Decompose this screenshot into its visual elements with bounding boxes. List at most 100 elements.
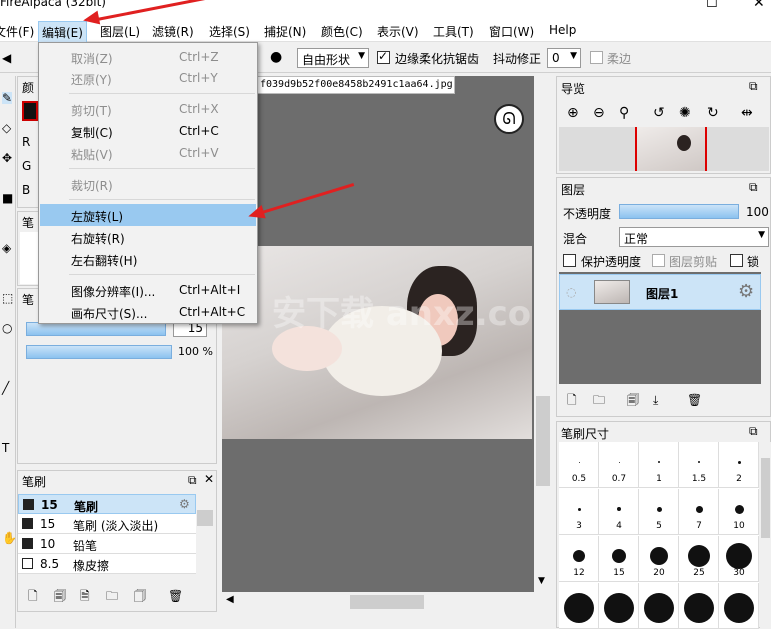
- scroll-thumb[interactable]: [197, 510, 213, 526]
- move-tool-icon[interactable]: ✥: [2, 152, 12, 164]
- maximize-icon[interactable]: ☐: [706, 0, 718, 11]
- brush-size-scrollbar[interactable]: [760, 442, 771, 629]
- rotate-right-icon[interactable]: ↻: [707, 106, 719, 120]
- restore-panel-icon[interactable]: ⧉: [749, 180, 758, 195]
- rotate-left-icon[interactable]: ↺: [653, 106, 665, 120]
- restore-panel-icon[interactable]: ⧉: [749, 424, 758, 439]
- brush-size-cell[interactable]: 20: [639, 536, 679, 582]
- shape-select[interactable]: 自由形状 ▼: [297, 48, 369, 68]
- brush-size-cell[interactable]: 10: [719, 489, 759, 535]
- gear-icon[interactable]: ⚙: [179, 497, 190, 511]
- brush-size-cell[interactable]: [679, 583, 719, 629]
- brush-size-cell[interactable]: 5: [639, 489, 679, 535]
- menu-item-crop[interactable]: 裁切(R): [40, 173, 256, 195]
- new-folder-icon[interactable]: 🗀: [593, 394, 605, 406]
- scroll-left-icon[interactable]: ◀: [226, 594, 234, 605]
- duplicate-brush-icon[interactable]: 🗐: [54, 590, 66, 602]
- lock-checkbox[interactable]: [730, 254, 743, 267]
- brush-item[interactable]: 10 铅笔: [18, 534, 196, 554]
- menu-snap[interactable]: 捕捉(N): [264, 23, 306, 40]
- menu-view[interactable]: 表示(V): [377, 23, 419, 40]
- brush-opacity-slider[interactable]: [26, 345, 172, 359]
- primary-color-swatch[interactable]: [22, 101, 38, 121]
- antialias-checkbox[interactable]: ✓: [377, 49, 390, 64]
- zoom-out-icon[interactable]: ⊖: [593, 106, 605, 120]
- brush-size-cell[interactable]: 7: [679, 489, 719, 535]
- protect-alpha-checkbox[interactable]: [563, 254, 576, 267]
- menu-item-flip-horizontal[interactable]: 左右翻转(H): [40, 248, 256, 270]
- close-panel-icon[interactable]: ✕: [204, 472, 214, 486]
- scroll-thumb[interactable]: [761, 458, 770, 538]
- navigator-viewport[interactable]: [635, 127, 707, 171]
- menu-item-cut[interactable]: 剪切(T) Ctrl+X: [40, 98, 256, 120]
- brush-size-cell[interactable]: 1.5: [679, 442, 719, 488]
- menu-item-undo[interactable]: 取消(Z) Ctrl+Z: [40, 46, 256, 68]
- menu-item-rotate-right[interactable]: 右旋转(R): [40, 226, 256, 248]
- menu-item-image-resolution[interactable]: 图像分辨率(I)... Ctrl+Alt+I: [40, 279, 256, 301]
- select-tool-icon[interactable]: ⬚: [2, 292, 13, 304]
- zoom-fit-icon[interactable]: ⚲: [619, 106, 629, 120]
- stabilizer-select[interactable]: 0 ▼: [547, 48, 581, 68]
- brush-size-cell[interactable]: 25: [679, 536, 719, 582]
- menu-tools[interactable]: 工具(T): [433, 23, 474, 40]
- copy-icon[interactable]: 🗍: [134, 590, 146, 602]
- visibility-icon[interactable]: ◌: [566, 285, 576, 299]
- menu-item-redo[interactable]: 还原(Y) Ctrl+Y: [40, 67, 256, 89]
- brush-size-cell[interactable]: [639, 583, 679, 629]
- menu-filter[interactable]: 滤镜(R): [152, 23, 194, 40]
- brush-size-cell[interactable]: 0.7: [599, 442, 639, 488]
- menu-item-copy[interactable]: 复制(C) Ctrl+C: [40, 120, 256, 142]
- brush-size-cell[interactable]: 30: [719, 536, 759, 582]
- brush-size-cell[interactable]: [559, 583, 599, 629]
- menu-help[interactable]: Help: [549, 23, 576, 37]
- folder-icon[interactable]: 🗀: [106, 590, 118, 602]
- menu-layer[interactable]: 图层(L): [100, 23, 140, 40]
- clipping-checkbox[interactable]: [652, 254, 665, 267]
- bucket-tool-icon[interactable]: ◈: [2, 242, 11, 254]
- brush-size-cell[interactable]: 12: [559, 536, 599, 582]
- menu-item-canvas-size[interactable]: 画布尺寸(S)... Ctrl+Alt+C: [40, 301, 256, 323]
- brush-list-scrollbar[interactable]: [196, 494, 214, 584]
- flip-icon[interactable]: ⇹: [741, 106, 753, 120]
- menu-item-paste[interactable]: 粘贴(V) Ctrl+V: [40, 142, 256, 164]
- script-brush-icon[interactable]: 🗎: [80, 590, 90, 602]
- brush-size-cell[interactable]: 3: [559, 489, 599, 535]
- brush-size-cell[interactable]: 15: [599, 536, 639, 582]
- menu-file[interactable]: 文件(F): [0, 23, 34, 40]
- merge-down-icon[interactable]: ⤓: [653, 394, 658, 406]
- soft-edge-checkbox[interactable]: [590, 51, 603, 64]
- brush-item[interactable]: 15 笔刷 (淡入淡出): [18, 514, 196, 534]
- scroll-thumb[interactable]: [350, 595, 424, 609]
- scroll-thumb[interactable]: [536, 396, 550, 486]
- menu-window[interactable]: 窗口(W): [489, 23, 534, 40]
- restore-panel-icon[interactable]: ⧉: [188, 473, 197, 488]
- lasso-tool-icon[interactable]: ○: [2, 322, 12, 334]
- menu-select[interactable]: 选择(S): [209, 23, 250, 40]
- gear-icon[interactable]: ⚙: [738, 281, 754, 302]
- document-tab[interactable]: f039d9b52f00e8458b2491c1aa64.jpg: [255, 76, 455, 94]
- restore-panel-icon[interactable]: ⧉: [749, 79, 758, 94]
- zoom-in-icon[interactable]: ⊕: [567, 106, 579, 120]
- duplicate-layer-icon[interactable]: 🗐: [627, 394, 639, 406]
- menu-item-rotate-left[interactable]: 左旋转(L): [40, 204, 256, 226]
- brush-item-selected[interactable]: 15 笔刷 ⚙: [18, 494, 196, 514]
- reset-rotation-icon[interactable]: ✺: [679, 106, 691, 120]
- menu-edit[interactable]: 编辑(E): [38, 21, 87, 44]
- navigator-preview[interactable]: [559, 127, 769, 171]
- fill-tool-icon[interactable]: ■: [2, 192, 13, 204]
- brush-size-cell[interactable]: [719, 583, 759, 629]
- blend-mode-select[interactable]: 正常 ▼: [619, 227, 769, 247]
- brush-size-cell[interactable]: 2: [719, 442, 759, 488]
- layer-opacity-slider[interactable]: [619, 204, 739, 219]
- trash-icon[interactable]: 🗑: [168, 590, 183, 602]
- brush-item[interactable]: 8.5 橡皮擦: [18, 554, 196, 574]
- collapse-icon[interactable]: ◀: [2, 52, 11, 64]
- layer-row[interactable]: ◌ 图层1 ⚙: [559, 274, 761, 310]
- brush-size-cell[interactable]: 0.5: [559, 442, 599, 488]
- new-layer-icon[interactable]: 🗋: [567, 394, 577, 406]
- scroll-down-icon[interactable]: ▼: [538, 576, 545, 586]
- close-window-icon[interactable]: ✕: [753, 0, 765, 11]
- trash-icon[interactable]: 🗑: [687, 394, 702, 406]
- dot-icon[interactable]: ●: [270, 50, 282, 64]
- brush-size-cell[interactable]: 4: [599, 489, 639, 535]
